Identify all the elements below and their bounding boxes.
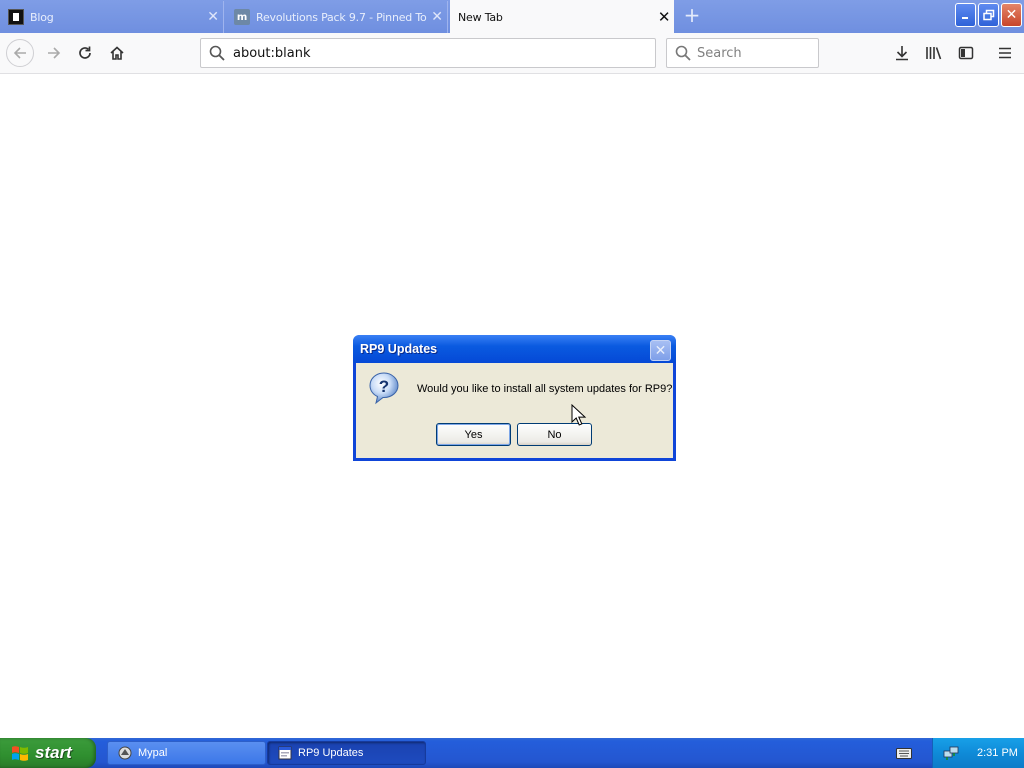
- dialog-message: Would you like to install all system upd…: [417, 383, 673, 395]
- tab-close-icon[interactable]: ✕: [654, 8, 674, 26]
- minimize-icon[interactable]: [955, 3, 976, 27]
- dialog-titlebar[interactable]: RP9 Updates: [353, 335, 676, 363]
- taskbar: start Mypal RP9 Updates 2:31 PM: [0, 738, 1024, 768]
- rp9-updates-dialog: RP9 Updates ✕ ? Would you like to instal…: [353, 335, 676, 461]
- tab-close-icon[interactable]: ✕: [427, 9, 447, 25]
- forum-favicon-icon: m: [234, 9, 250, 25]
- tab-blog[interactable]: Blog ✕: [0, 1, 224, 33]
- sidebar-icon[interactable]: [952, 39, 980, 67]
- network-icon[interactable]: [943, 745, 959, 761]
- taskbar-item-rp9-updates[interactable]: RP9 Updates: [267, 741, 426, 765]
- application-window-icon: [278, 746, 292, 760]
- dialog-title: RP9 Updates: [360, 342, 438, 356]
- library-icon[interactable]: [920, 39, 948, 67]
- search-icon: [209, 45, 225, 61]
- search-placeholder: Search: [697, 45, 742, 61]
- home-icon[interactable]: [103, 39, 131, 67]
- url-value: about:blank: [233, 45, 311, 61]
- tab-strip: Blog ✕ m Revolutions Pack 9.7 - Pinned T…: [0, 0, 1024, 34]
- taskbar-item-label: Mypal: [138, 747, 168, 759]
- new-tab-plus-icon[interactable]: +: [680, 4, 704, 28]
- mouse-cursor-icon: [571, 404, 587, 426]
- forward-arrow-icon[interactable]: [40, 39, 68, 67]
- hamburger-menu-icon[interactable]: [991, 39, 1019, 67]
- mypal-app-icon: [118, 746, 132, 760]
- reload-icon[interactable]: [71, 39, 99, 67]
- taskbar-item-mypal[interactable]: Mypal: [107, 741, 266, 765]
- tab-title: Blog: [30, 10, 54, 24]
- url-bar[interactable]: about:blank: [200, 38, 656, 68]
- navigation-toolbar: about:blank Search: [0, 33, 1024, 74]
- system-tray: 2:31 PM: [932, 738, 1024, 768]
- back-arrow-icon[interactable]: [6, 39, 34, 67]
- taskbar-item-label: RP9 Updates: [298, 747, 364, 759]
- yes-button[interactable]: Yes: [436, 423, 511, 446]
- search-input[interactable]: Search: [666, 38, 819, 68]
- restore-icon[interactable]: [978, 3, 999, 27]
- keyboard-icon[interactable]: [896, 748, 912, 759]
- tab-new-tab[interactable]: New Tab ✕: [450, 0, 674, 34]
- window-close-icon[interactable]: ✕: [1001, 3, 1022, 27]
- dialog-body: ? Would you like to install all system u…: [356, 363, 673, 458]
- tab-title: Revolutions Pack 9.7 - Pinned Top: [256, 10, 427, 24]
- search-icon: [675, 45, 691, 61]
- svg-text:?: ?: [379, 377, 389, 396]
- tab-revolutions-pack[interactable]: m Revolutions Pack 9.7 - Pinned Top ✕: [226, 1, 448, 33]
- start-label: start: [35, 743, 72, 762]
- tab-close-icon[interactable]: ✕: [203, 9, 223, 25]
- question-icon: ?: [369, 372, 399, 405]
- windows-logo-icon: [12, 746, 28, 761]
- blog-favicon-icon: [8, 9, 24, 25]
- tab-title: New Tab: [458, 10, 503, 24]
- download-icon[interactable]: [888, 39, 916, 67]
- clock: 2:31 PM: [977, 747, 1018, 759]
- start-button[interactable]: start: [0, 738, 96, 768]
- dialog-close-icon[interactable]: ✕: [650, 340, 671, 361]
